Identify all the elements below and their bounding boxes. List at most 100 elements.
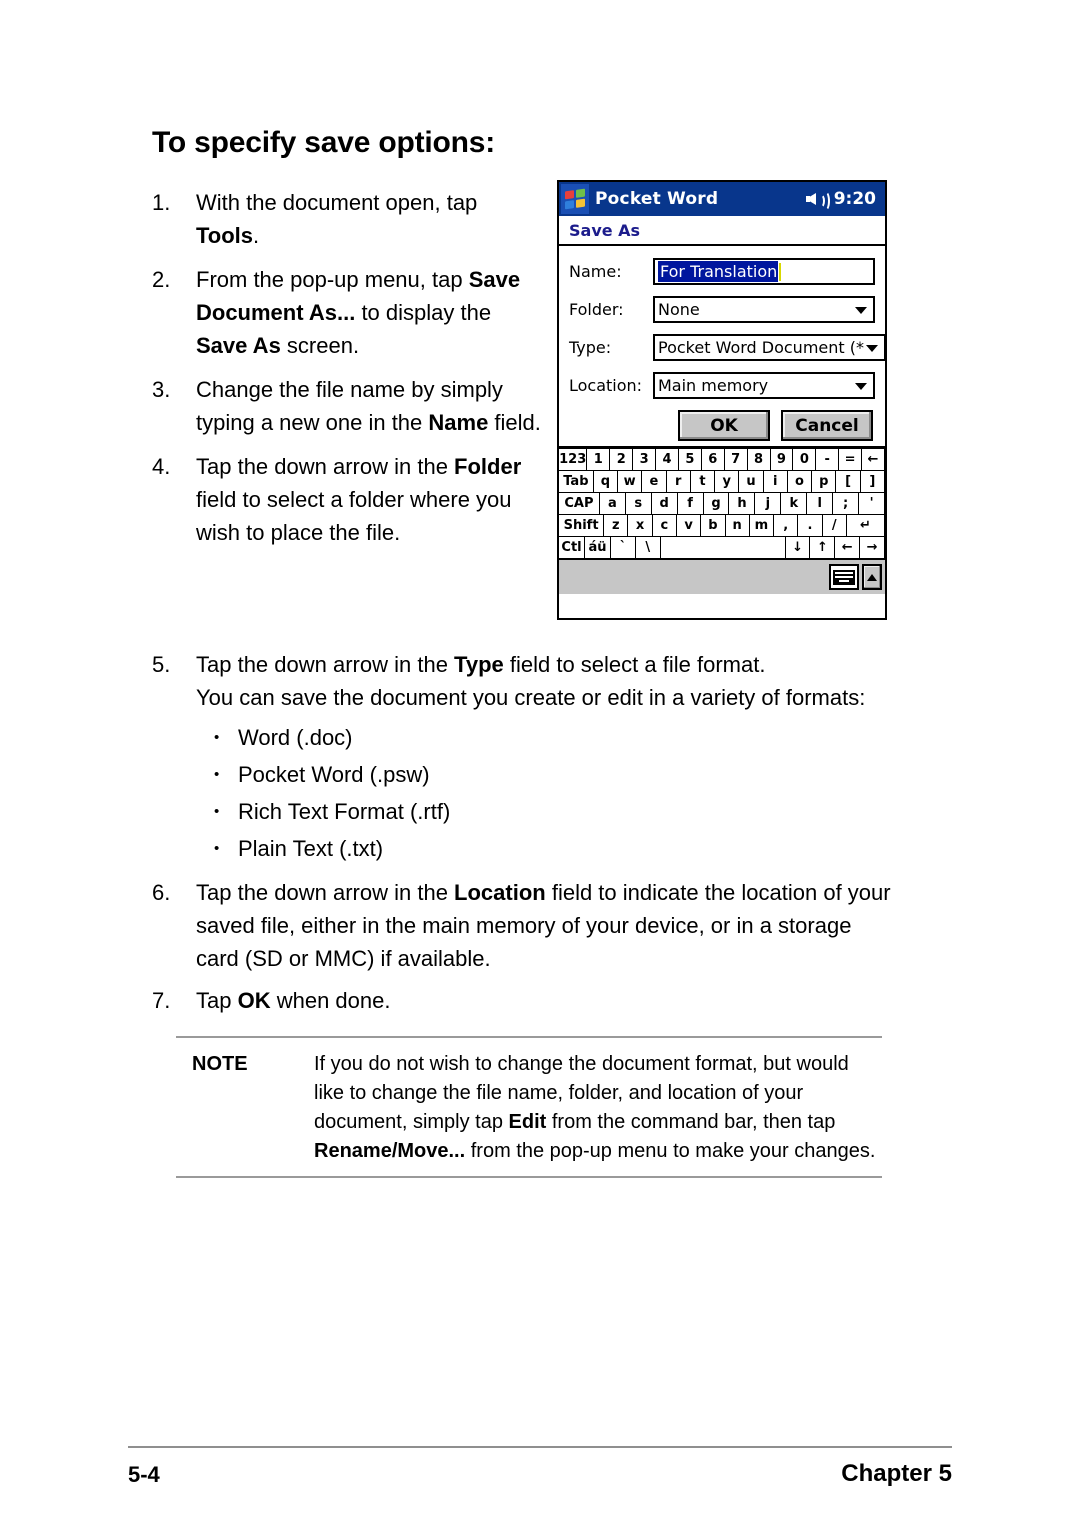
- step-item: 2. From the pop-up menu, tap Save Documen…: [152, 263, 544, 362]
- key-n[interactable]: n: [724, 514, 750, 537]
- key-w[interactable]: w: [617, 470, 643, 493]
- step-text: Tap the down arrow in the Folder field t…: [196, 454, 522, 545]
- step-item: 1. With the document open, tap Tools.: [152, 186, 544, 252]
- key-0[interactable]: 0: [792, 448, 817, 471]
- key-↑[interactable]: ↑: [809, 536, 836, 559]
- field-value: Main memory: [658, 376, 769, 395]
- cancel-button[interactable]: Cancel: [781, 410, 873, 441]
- key-→[interactable]: →: [859, 536, 885, 559]
- key-v[interactable]: v: [675, 514, 702, 537]
- dropdown-type[interactable]: Pocket Word Document (*: [653, 334, 886, 361]
- key-←[interactable]: ←: [834, 536, 861, 559]
- pda-screen-subtitle: Save As: [559, 216, 885, 246]
- key-Tab[interactable]: Tab: [558, 470, 594, 493]
- key-CAP[interactable]: CAP: [558, 492, 600, 515]
- step-number: 4.: [152, 454, 171, 479]
- step-text: Tap the down arrow in the Type field to …: [196, 648, 892, 867]
- steps-list-top: 1. With the document open, tap Tools. 2. Fr…: [152, 186, 544, 560]
- key-g[interactable]: g: [702, 492, 730, 515]
- key-r[interactable]: r: [665, 470, 691, 493]
- key-s[interactable]: s: [624, 492, 652, 515]
- key-i[interactable]: i: [762, 470, 788, 493]
- step-item: 5. Tap the down arrow in the Type field t…: [152, 648, 892, 867]
- key-h[interactable]: h: [728, 492, 756, 515]
- key-7[interactable]: 7: [723, 448, 748, 471]
- key-u[interactable]: u: [738, 470, 764, 493]
- key-[[interactable]: [: [835, 470, 861, 493]
- key-←[interactable]: ←: [861, 448, 885, 471]
- key-y[interactable]: y: [714, 470, 740, 493]
- field-value: For Translation: [658, 261, 779, 282]
- field-label: Folder:: [569, 300, 624, 319]
- key-j[interactable]: j: [754, 492, 782, 515]
- soft-keyboard[interactable]: 123 1 2 3 4 5 6 7 8 9 0- = ← Tab q w e r t y u i o p[] CAP a s d f g h…: [558, 448, 886, 559]
- key-space[interactable]: [659, 536, 786, 559]
- key-m[interactable]: m: [748, 514, 775, 537]
- key-/[interactable]: /: [821, 514, 847, 537]
- key-6[interactable]: 6: [700, 448, 725, 471]
- key-↵[interactable]: ↵: [845, 514, 886, 537]
- key-][interactable]: ]: [859, 470, 885, 493]
- key-8[interactable]: 8: [746, 448, 771, 471]
- speaker-volume-icon[interactable]: [805, 191, 830, 211]
- key-Shift[interactable]: Shift: [558, 514, 605, 537]
- key-9[interactable]: 9: [769, 448, 794, 471]
- ok-button[interactable]: OK: [678, 410, 770, 441]
- field-label: Location:: [569, 376, 643, 395]
- key-.[interactable]: .: [797, 514, 823, 537]
- chevron-down-icon[interactable]: [866, 344, 878, 352]
- key-b[interactable]: b: [700, 514, 726, 537]
- list-item: Pocket Word (.psw): [196, 756, 892, 793]
- key-t[interactable]: t: [689, 470, 716, 493]
- key-;[interactable]: ;: [832, 492, 860, 515]
- key-q[interactable]: q: [592, 470, 619, 493]
- field-value: Pocket Word Document (*: [658, 338, 864, 357]
- pda-subtitle-text: Save As: [569, 220, 641, 240]
- key-3[interactable]: 3: [632, 448, 657, 471]
- step-number: 6.: [152, 880, 171, 905]
- dropdown-location[interactable]: Main memory: [653, 372, 875, 399]
- key-'[interactable]: ': [858, 492, 886, 515]
- chevron-down-icon[interactable]: [855, 382, 867, 390]
- key-2[interactable]: 2: [609, 448, 634, 471]
- key-4[interactable]: 4: [655, 448, 679, 471]
- dropdown-folder[interactable]: None: [653, 296, 875, 323]
- key-↓[interactable]: ↓: [784, 536, 811, 559]
- key--[interactable]: -: [815, 448, 840, 471]
- step-item: 4. Tap the down arrow in the Folder field…: [152, 450, 544, 549]
- key-a[interactable]: a: [598, 492, 626, 515]
- key-x[interactable]: x: [627, 514, 653, 537]
- name-input[interactable]: For Translation: [653, 258, 875, 285]
- field-label: Name:: [569, 262, 622, 281]
- key-,[interactable]: ,: [773, 514, 799, 537]
- key-`[interactable]: `: [610, 536, 636, 559]
- key-áü[interactable]: áü: [584, 536, 612, 559]
- key-1[interactable]: 1: [586, 448, 611, 471]
- form-row: Name: For Translation: [569, 258, 875, 285]
- form-row: Type: Pocket Word Document (*: [569, 334, 886, 361]
- key-k[interactable]: k: [780, 492, 808, 515]
- text-caret: [779, 262, 782, 281]
- chevron-up-icon[interactable]: [862, 564, 882, 590]
- key-d[interactable]: d: [650, 492, 678, 515]
- key-=[interactable]: =: [838, 448, 863, 471]
- soft-keyboard-icon[interactable]: [829, 564, 859, 590]
- pocket-pc-screenshot: Pocket Word 9:20 Save As Name: For Transl…: [557, 180, 887, 620]
- key-f[interactable]: f: [676, 492, 704, 515]
- key-l[interactable]: l: [806, 492, 834, 515]
- key-5[interactable]: 5: [677, 448, 702, 471]
- list-item: Word (.doc): [196, 719, 892, 756]
- key-o[interactable]: o: [786, 470, 813, 493]
- key-z[interactable]: z: [603, 514, 629, 537]
- step-number: 2.: [152, 267, 171, 292]
- key-Ctl[interactable]: Ctl: [558, 536, 586, 559]
- key-c[interactable]: c: [651, 514, 677, 537]
- key-e[interactable]: e: [641, 470, 667, 493]
- step-text: Change the file name by simply typing a …: [196, 377, 541, 435]
- chevron-down-icon[interactable]: [855, 306, 867, 314]
- key-\[interactable]: \: [634, 536, 661, 559]
- step-number: 5.: [152, 652, 171, 677]
- pda-clock[interactable]: 9:20: [834, 189, 876, 209]
- key-123[interactable]: 123: [558, 448, 588, 471]
- key-p[interactable]: p: [811, 470, 837, 493]
